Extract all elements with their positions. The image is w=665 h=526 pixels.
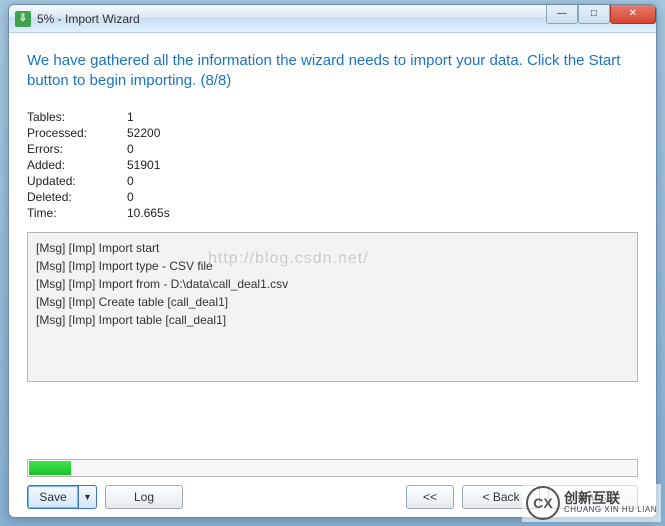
brand-logo-icon: CX (526, 486, 560, 520)
deleted-label: Deleted: (27, 190, 127, 204)
first-button[interactable]: << (406, 485, 454, 509)
updated-label: Updated: (27, 174, 127, 188)
save-split-button[interactable]: Save ▼ (27, 485, 97, 509)
added-label: Added: (27, 158, 127, 172)
log-line: [Msg] [Imp] Create table [call_deal1] (36, 293, 629, 311)
tables-value: 1 (127, 110, 638, 124)
brand-watermark: CX 创新互联 CHUANG XIN HU LIAN (522, 484, 661, 522)
errors-label: Errors: (27, 142, 127, 156)
deleted-value: 0 (127, 190, 638, 204)
wizard-heading: We have gathered all the information the… (27, 51, 638, 92)
time-label: Time: (27, 206, 127, 220)
app-icon: ⇩ (15, 11, 31, 27)
log-line: [Msg] [Imp] Import from - D:\data\call_d… (36, 275, 629, 293)
brand-name-cn: 创新互联 (564, 491, 657, 506)
tables-label: Tables: (27, 110, 127, 124)
log-textarea[interactable]: http://blog.csdn.net/ [Msg] [Imp] Import… (27, 232, 638, 382)
brand-name-en: CHUANG XIN HU LIAN (564, 506, 657, 515)
updated-value: 0 (127, 174, 638, 188)
time-value: 10.665s (127, 206, 638, 220)
log-line: [Msg] [Imp] Import start (36, 239, 629, 257)
log-button[interactable]: Log (105, 485, 183, 509)
processed-label: Processed: (27, 126, 127, 140)
processed-value: 52200 (127, 126, 638, 140)
save-dropdown-icon[interactable]: ▼ (79, 485, 97, 509)
content-area: We have gathered all the information the… (9, 33, 656, 517)
close-button[interactable]: ✕ (610, 4, 656, 24)
progress-bar (27, 459, 638, 477)
stats-grid: Tables: 1 Processed: 52200 Errors: 0 Add… (27, 110, 638, 220)
save-button[interactable]: Save (27, 485, 79, 509)
errors-value: 0 (127, 142, 638, 156)
log-line: [Msg] [Imp] Import table [call_deal1] (36, 311, 629, 329)
added-value: 51901 (127, 158, 638, 172)
minimize-button[interactable]: — (546, 4, 578, 24)
maximize-button[interactable]: □ (578, 4, 610, 24)
window-title: 5% - Import Wizard (37, 12, 140, 26)
titlebar[interactable]: ⇩ 5% - Import Wizard — □ ✕ (9, 5, 656, 33)
log-line: [Msg] [Imp] Import type - CSV file (36, 257, 629, 275)
progress-fill (29, 461, 71, 475)
import-wizard-window: ⇩ 5% - Import Wizard — □ ✕ We have gathe… (8, 4, 657, 518)
window-controls: — □ ✕ (546, 4, 656, 24)
